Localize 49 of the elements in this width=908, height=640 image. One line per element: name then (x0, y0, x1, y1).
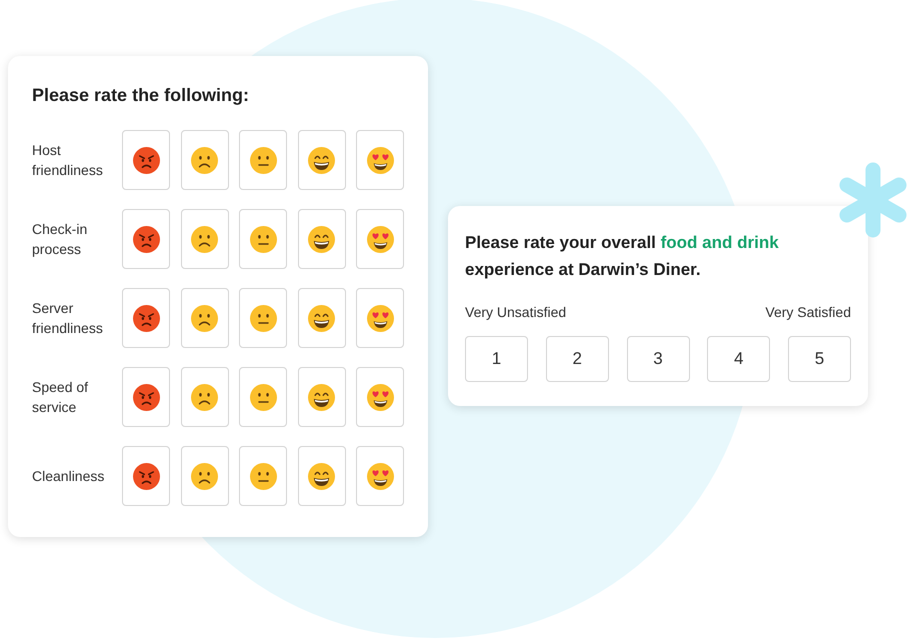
emoji-option-button[interactable] (122, 130, 170, 190)
aspect-label: Server friendliness (32, 299, 104, 338)
heart-eyes-face-icon (366, 462, 394, 490)
emoji-option-button[interactable] (122, 209, 170, 269)
scale-low-label: Very Unsatisfied (465, 303, 566, 322)
neutral-face-icon (250, 384, 276, 410)
angry-face-icon (132, 462, 160, 490)
rating-grid-title: Please rate the following: (32, 84, 250, 107)
rating-number-button[interactable]: 5 (788, 336, 851, 382)
emoji-option-button[interactable] (298, 288, 346, 348)
aspect-label: Host friendliness (32, 141, 104, 180)
grinning-face-icon (308, 462, 335, 490)
neutral-face-icon (250, 146, 276, 174)
rating-number-button[interactable]: 2 (546, 336, 609, 382)
neutral-face-icon (250, 304, 276, 332)
grinning-face-icon (308, 304, 335, 332)
emoji-option-button[interactable] (122, 446, 170, 506)
aspect-label: Cleanliness (32, 467, 106, 486)
frowning-face-icon (191, 304, 218, 332)
neutral-face-icon (250, 226, 276, 252)
rating-number-button[interactable]: 4 (707, 336, 770, 382)
angry-face-icon (132, 226, 160, 252)
heart-eyes-face-icon (366, 226, 394, 252)
grinning-face-icon (308, 226, 335, 252)
aspect-label: Check-in process (32, 220, 88, 259)
heart-eyes-face-icon (366, 304, 394, 332)
heart-eyes-face-icon (366, 146, 394, 174)
grinning-face-icon (308, 384, 335, 410)
angry-face-icon (132, 304, 160, 332)
aspect-label: Speed of service (32, 378, 90, 417)
emoji-option-button[interactable] (122, 288, 170, 348)
frowning-face-icon (191, 226, 218, 252)
rating-number-button[interactable]: 1 (465, 336, 528, 382)
rating-number-button[interactable]: 3 (626, 336, 690, 382)
heart-eyes-face-icon (366, 384, 394, 410)
emoji-option-button[interactable] (298, 130, 346, 190)
angry-face-icon (132, 384, 160, 410)
angry-face-icon (132, 146, 160, 174)
frowning-face-icon (191, 384, 218, 410)
frowning-face-icon (191, 462, 218, 490)
neutral-face-icon (250, 462, 276, 490)
question-title: Please rate your overall food and drink experience at Darwin’s Diner. (465, 232, 780, 281)
emoji-option-button[interactable] (298, 446, 346, 506)
emoji-option-button[interactable] (122, 367, 170, 427)
grinning-face-icon (308, 146, 335, 174)
emoji-option-button[interactable] (298, 209, 346, 269)
frowning-face-icon (191, 146, 218, 174)
emoji-option-button[interactable] (298, 367, 346, 427)
scale-high-label: Very Satisfied (765, 303, 851, 322)
